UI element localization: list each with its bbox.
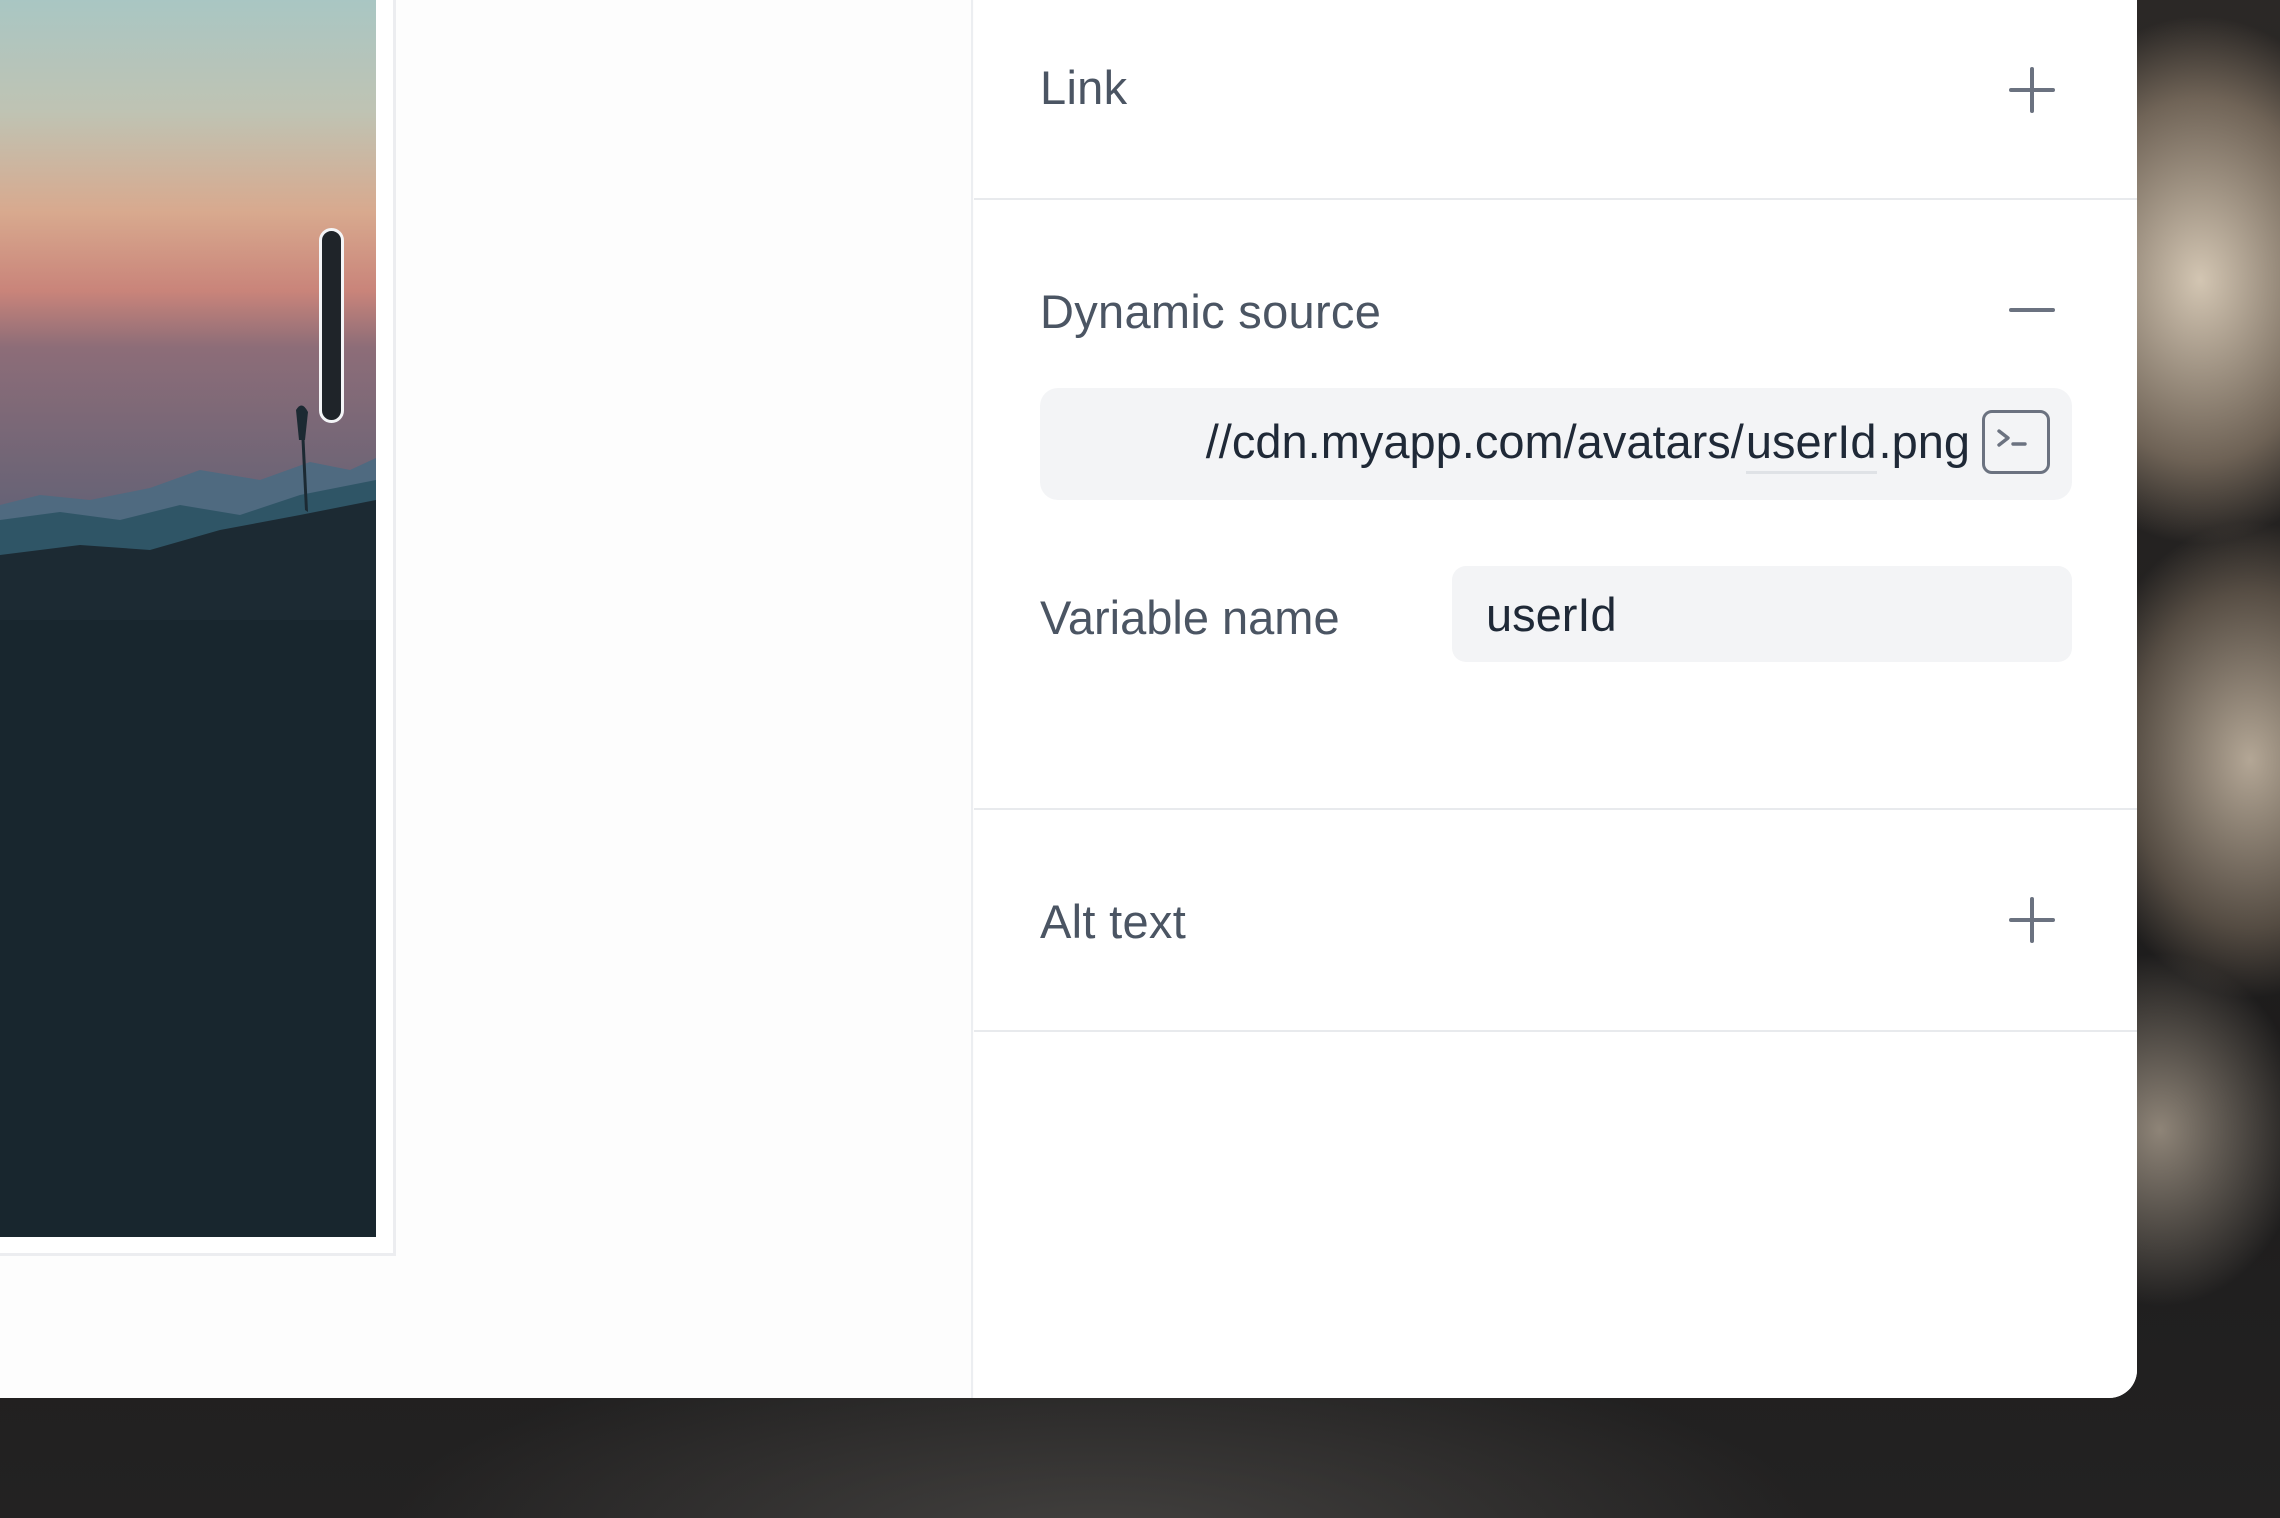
- link-section: Link: [974, 0, 2137, 200]
- image-card[interactable]: [0, 0, 396, 1256]
- alt-text-expand-button[interactable]: [2004, 892, 2060, 948]
- source-url-text: //cdn.myapp.com/avatars/userId.png: [1206, 414, 1970, 474]
- terminal-icon: [1997, 429, 2027, 447]
- settings-panel: Link Dynamic source //cdn.myapp.com/avat…: [974, 0, 2137, 1398]
- alt-text-title: Alt text: [1040, 895, 1187, 948]
- link-expand-button[interactable]: [2004, 62, 2060, 118]
- link-section-title: Link: [1040, 61, 1128, 114]
- insert-variable-button[interactable]: [1982, 410, 2050, 474]
- dynamic-source-collapse-button[interactable]: [2004, 282, 2060, 338]
- dynamic-source-title: Dynamic source: [1040, 285, 1382, 338]
- app-window: Link Dynamic source //cdn.myapp.com/avat…: [0, 0, 2137, 1398]
- landscape-image: [0, 0, 376, 1237]
- variable-name-label: Variable name: [1040, 591, 1340, 644]
- image-resize-handle[interactable]: [319, 228, 344, 423]
- variable-name-input[interactable]: [1452, 566, 2072, 662]
- alt-text-section: Alt text: [974, 810, 2137, 1032]
- preview-pane: [0, 0, 973, 1398]
- dynamic-source-section: Dynamic source //cdn.myapp.com/avatars/u…: [974, 200, 2137, 810]
- minus-icon: [2009, 308, 2055, 312]
- url-variable-token[interactable]: userId: [1745, 414, 1877, 474]
- source-url-field[interactable]: //cdn.myapp.com/avatars/userId.png: [1040, 388, 2072, 500]
